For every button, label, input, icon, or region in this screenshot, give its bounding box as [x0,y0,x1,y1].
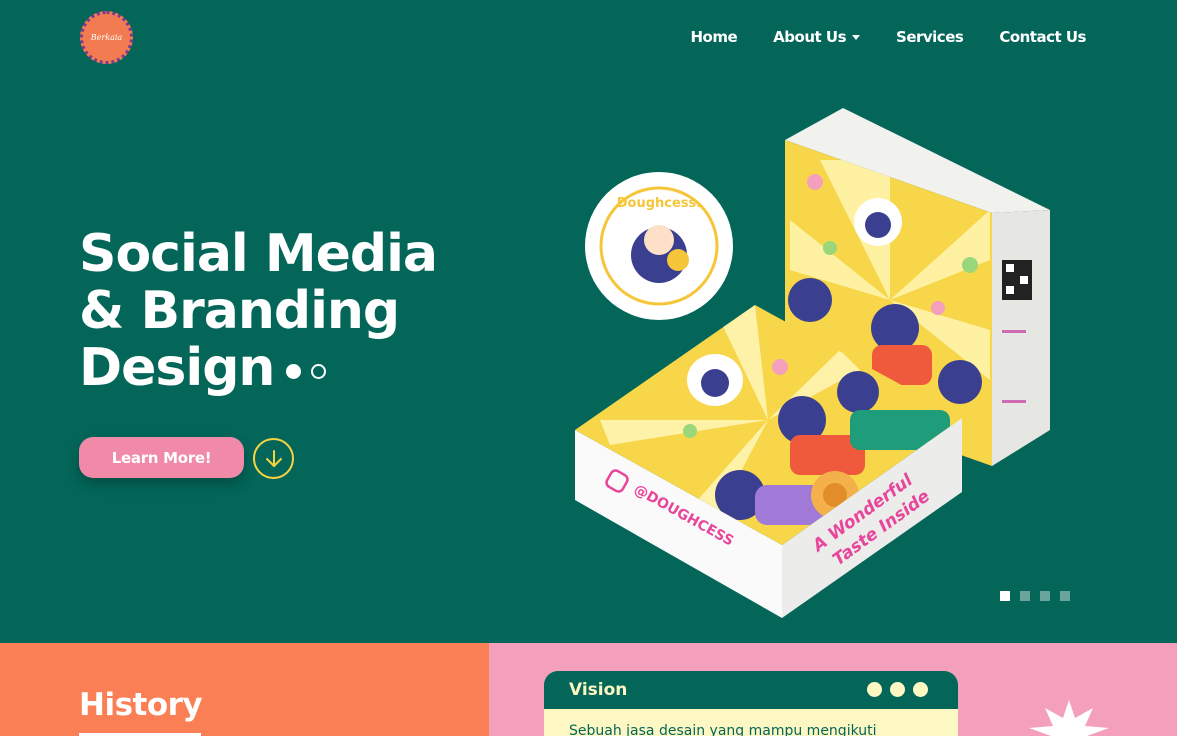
brand-logo[interactable]: Berkaia [80,11,133,64]
nav-services-label: Services [896,28,964,46]
slide-dot-1[interactable] [1000,591,1010,601]
window-dot-icon [867,682,882,697]
text-carousel-dots [286,363,327,379]
window-dots [867,682,928,697]
hero-title-line-3: Design [79,338,275,398]
window-dot-icon [890,682,905,697]
nav-services[interactable]: Services [896,28,964,46]
arrow-down-icon [265,449,282,467]
vision-title: Vision [569,680,628,700]
learn-more-button[interactable]: Learn More! [79,437,244,478]
slide-dot-2[interactable] [1020,591,1030,601]
logo-text: Berkaia [90,33,123,42]
starburst-icon [1029,700,1109,736]
hero-title-line-2: & Branding [79,281,400,341]
caret-down-icon [852,34,861,40]
product-illustration: Doughcess. @DOUGHCESS A Wonderful Taste … [560,100,1070,630]
nav-home[interactable]: Home [691,28,738,46]
nav-about-us[interactable]: About Us [773,28,861,46]
vision-card: Vision Sebuah jasa desain yang mampu men… [544,671,958,736]
doughcess-box-illustration: Doughcess. @DOUGHCESS A Wonderful Taste … [575,108,1050,618]
nav-contact-us[interactable]: Contact Us [999,28,1086,46]
slide-dot-4[interactable] [1060,591,1070,601]
sticker-brand: Doughcess. [617,196,701,211]
nav-contact-us-label: Contact Us [999,28,1086,46]
slide-dot-3[interactable] [1040,591,1050,601]
window-dot-icon [913,682,928,697]
nav-home-label: Home [690,28,738,46]
scroll-down-button[interactable] [253,438,294,479]
main-nav: Home About Us Services Contact Us [691,28,1087,46]
vision-body: Sebuah jasa desain yang mampu mengikuti [544,709,958,736]
navbar: Berkaia Home About Us Services Contact U… [0,0,1177,78]
slider-pagination [1000,591,1070,601]
hero-title: Social Media & Branding Design [79,224,438,397]
text-dot-active[interactable] [286,363,302,379]
vision-text: Sebuah jasa desain yang mampu mengikuti [569,723,877,736]
vision-section: Vision Sebuah jasa desain yang mampu men… [489,643,1177,736]
hero-title-line-3-wrap: Design [79,340,437,397]
history-section: History [0,643,489,736]
nav-about-us-label: About Us [773,28,847,46]
text-dot-inactive[interactable] [311,363,327,379]
history-title: History [79,687,203,723]
hero-title-line-1: Social Media [79,224,438,284]
